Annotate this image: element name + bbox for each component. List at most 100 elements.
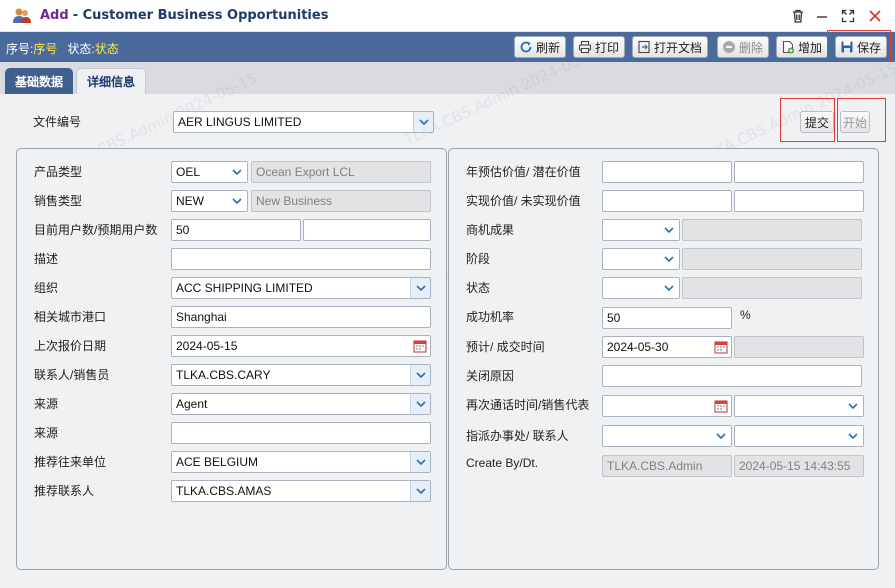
chevron-down-icon[interactable] [843, 426, 863, 446]
state-field-label: 状态 [466, 281, 491, 295]
source2-label: 来源 [34, 426, 59, 440]
chevron-down-icon[interactable] [659, 249, 679, 269]
potential-value-input[interactable] [734, 161, 864, 183]
calendar-icon[interactable] [714, 340, 728, 357]
doc-no-select[interactable]: AER LINGUS LIMITED [173, 111, 434, 133]
deal-time-value: 2024-05-30 [607, 340, 669, 354]
probability-input[interactable]: 50 [602, 307, 732, 329]
recall-sales-select[interactable] [734, 395, 864, 417]
calendar-icon[interactable] [714, 399, 728, 416]
expected-users-input[interactable] [303, 219, 431, 241]
doc-no-value: AER LINGUS LIMITED [178, 115, 302, 129]
chevron-down-icon[interactable] [410, 394, 430, 414]
current-users-input[interactable]: 50 [171, 219, 301, 241]
sales-type-label: 销售类型 [34, 194, 83, 208]
referral-contact-select[interactable]: TLKA.CBS.AMAS [171, 480, 431, 502]
refresh-button[interactable]: 刷新 [514, 36, 567, 58]
refresh-icon [520, 41, 532, 53]
stage-desc [682, 248, 862, 270]
maximize-icon[interactable] [838, 6, 858, 26]
probability-label: 成功机率 [466, 310, 515, 324]
realized-value-label: 实现价值/ 未实现价值 [466, 194, 581, 208]
port-input[interactable]: Shanghai [171, 306, 431, 328]
source2-input[interactable] [171, 422, 431, 444]
deal-time-label: 预计/ 成交时间 [466, 340, 545, 354]
assign-office-select[interactable] [602, 425, 732, 447]
window-title-text: - Customer Business Opportunities [72, 8, 329, 23]
seq-value: 序号 [33, 42, 58, 56]
description-input[interactable] [171, 248, 431, 270]
chevron-down-icon[interactable] [410, 481, 430, 501]
trash-icon[interactable] [788, 6, 808, 26]
tab-basic-data[interactable]: 基础数据 [5, 68, 73, 94]
annual-value-label: 年预估价值/ 潜在价值 [466, 165, 581, 179]
window-title-prefix: Add [40, 8, 69, 23]
doc-no-label: 文件编号 [33, 115, 82, 129]
contact-select[interactable]: TLKA.CBS.CARY [171, 364, 431, 386]
window-titlebar: Add - Customer Business Opportunities [0, 0, 895, 32]
chevron-down-icon[interactable] [413, 112, 433, 132]
chevron-down-icon[interactable] [410, 365, 430, 385]
recall-label: 再次通话时间/销售代表 [466, 398, 590, 412]
toolbar: 序号:序号 状态:状态 刷新 打印 打开文档 删除 增加 保存 [0, 32, 895, 62]
contact-value: TLKA.CBS.CARY [176, 368, 271, 382]
realized-value-input[interactable] [602, 190, 732, 212]
referral-unit-label: 推荐往来单位 [34, 455, 107, 469]
state-select[interactable] [602, 277, 680, 299]
submit-highlight [780, 98, 835, 142]
result-select[interactable] [602, 219, 680, 241]
print-button[interactable]: 打印 [573, 36, 626, 58]
product-type-desc: Ocean Export LCL [251, 161, 431, 183]
close-icon[interactable] [865, 6, 885, 26]
organization-label: 组织 [34, 281, 59, 295]
organization-select[interactable]: ACC SHIPPING LIMITED [171, 277, 431, 299]
contact-label: 联系人/销售员 [34, 368, 110, 382]
closed-time-input [734, 336, 864, 358]
organization-value: ACC SHIPPING LIMITED [176, 281, 313, 295]
sales-type-value: NEW [176, 194, 204, 208]
chevron-down-icon[interactable] [227, 191, 247, 211]
quote-date-value: 2024-05-15 [176, 339, 238, 353]
referral-unit-select[interactable]: ACE BELGIUM [171, 451, 431, 473]
chevron-down-icon[interactable] [227, 162, 247, 182]
sales-type-select[interactable]: NEW [171, 190, 248, 212]
result-label: 商机成果 [466, 223, 515, 237]
add-button[interactable]: 增加 [776, 36, 829, 58]
stage-select[interactable] [602, 248, 680, 270]
chevron-down-icon[interactable] [843, 396, 863, 416]
annual-value-input[interactable] [602, 161, 732, 183]
create-date-value: 2024-05-15 14:43:55 [734, 455, 864, 477]
users-icon [12, 7, 32, 25]
tab-details[interactable]: 详细信息 [76, 68, 146, 94]
chevron-down-icon[interactable] [711, 426, 731, 446]
source-select[interactable]: Agent [171, 393, 431, 415]
quote-date-input[interactable]: 2024-05-15 [171, 335, 431, 357]
add-document-icon [782, 40, 794, 54]
delete-button[interactable]: 删除 [717, 36, 770, 58]
assign-contact-select[interactable] [734, 425, 864, 447]
open-document-icon [638, 40, 650, 54]
print-label: 打印 [595, 40, 620, 55]
window-title: Add - Customer Business Opportunities [40, 8, 328, 23]
recall-time-input[interactable] [602, 395, 732, 417]
chevron-down-icon[interactable] [659, 278, 679, 298]
unrealized-value-input[interactable] [734, 190, 864, 212]
stage-label: 阶段 [466, 252, 491, 266]
chevron-down-icon[interactable] [410, 278, 430, 298]
refresh-label: 刷新 [536, 40, 561, 55]
deal-time-input[interactable]: 2024-05-30 [602, 336, 732, 358]
product-type-value: OEL [176, 165, 201, 179]
referral-contact-label: 推荐联系人 [34, 484, 95, 498]
minimize-icon[interactable] [812, 6, 832, 26]
chevron-down-icon[interactable] [659, 220, 679, 240]
start-highlight [837, 98, 886, 142]
description-label: 描述 [34, 252, 59, 266]
printer-icon [578, 40, 592, 54]
chevron-down-icon[interactable] [410, 452, 430, 472]
open-document-button[interactable]: 打开文档 [632, 36, 709, 58]
product-type-select[interactable]: OEL [171, 161, 248, 183]
close-reason-input[interactable] [602, 365, 862, 387]
calendar-icon[interactable] [413, 339, 427, 356]
add-label: 增加 [798, 40, 823, 55]
source-label: 来源 [34, 397, 59, 411]
